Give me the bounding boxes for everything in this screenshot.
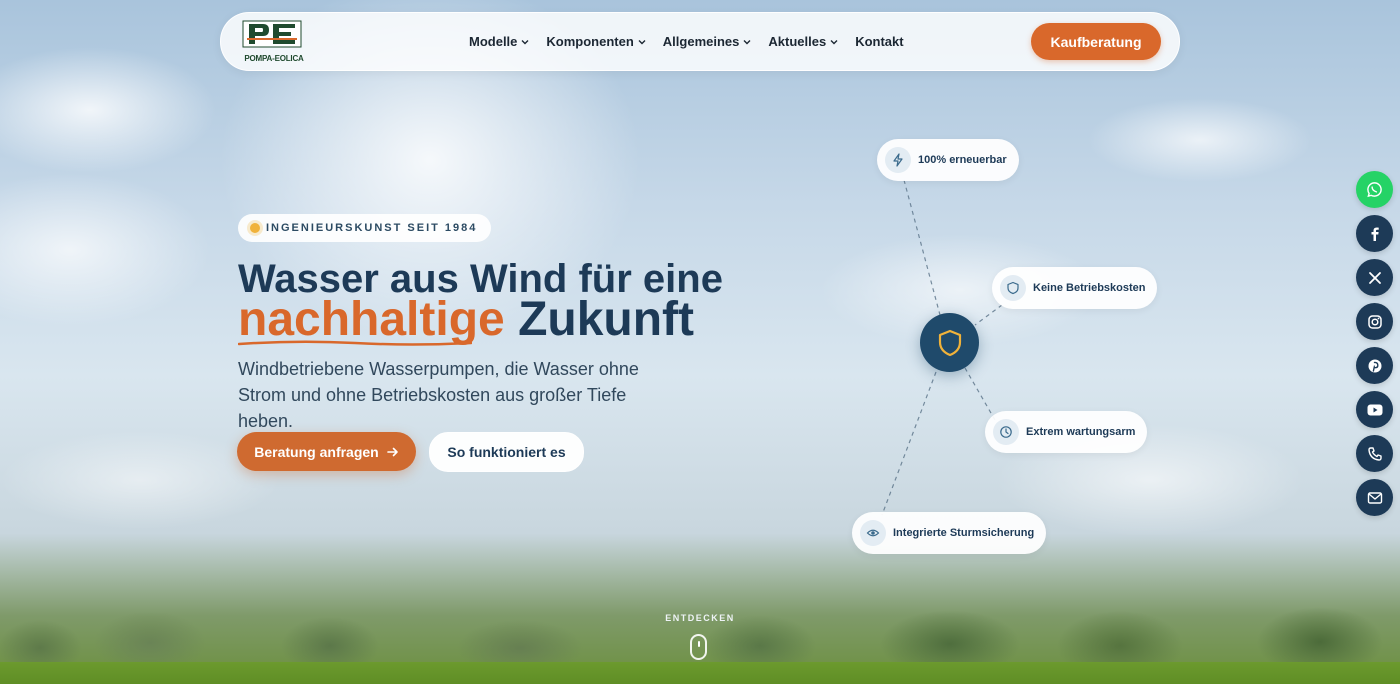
instagram-icon: [1367, 314, 1382, 329]
main-nav: Modelle Komponenten Allgemeines Aktuelle…: [469, 13, 921, 70]
clock-icon: [993, 419, 1019, 445]
hero-title-line2: nachhaltige Zukunft: [238, 294, 798, 346]
whatsapp-button[interactable]: [1356, 171, 1393, 208]
instagram-button[interactable]: [1356, 303, 1393, 340]
feature-label: Keine Betriebskosten: [1033, 282, 1146, 294]
nav-item-modelle[interactable]: Modelle: [469, 34, 529, 49]
social-rail: [1356, 171, 1393, 523]
nav-item-label: Kontakt: [855, 34, 904, 49]
shield-icon: [1000, 275, 1026, 301]
feature-betriebskosten: Keine Betriebskosten: [992, 267, 1158, 309]
youtube-icon: [1367, 404, 1382, 415]
chevron-down-icon: [521, 39, 529, 44]
nav-item-label: Allgemeines: [662, 34, 740, 49]
feature-label: Integrierte Sturmsicherung: [893, 527, 1035, 539]
mouse-wheel: [698, 641, 700, 647]
hero-badge: INGENIEURSKUNST SEIT 1984: [238, 214, 492, 242]
phone-button[interactable]: [1356, 435, 1393, 472]
scroll-hint-label: ENTDECKEN: [665, 613, 735, 623]
hero-title-rest: Zukunft: [518, 293, 695, 346]
button-label: Beratung anfragen: [254, 443, 379, 460]
accent-underline: [238, 340, 472, 346]
mail-icon: [1367, 491, 1382, 504]
kaufberatung-button[interactable]: Kaufberatung: [1031, 23, 1161, 60]
so-funktioniert-es-button[interactable]: So funktioniert es: [429, 432, 584, 472]
chevron-down-icon: [743, 39, 751, 44]
x-icon: [1368, 271, 1381, 284]
scroll-mouse-icon[interactable]: [690, 634, 707, 660]
nav-item-komponenten[interactable]: Komponenten: [546, 34, 646, 49]
youtube-button[interactable]: [1356, 391, 1393, 428]
beratung-anfragen-button[interactable]: Beratung anfragen: [237, 432, 416, 471]
feature-label: Extrem wartungsarm: [1026, 426, 1136, 438]
facebook-icon: [1371, 227, 1379, 241]
arrow-right-icon: [386, 447, 398, 456]
pinterest-icon: [1368, 359, 1381, 372]
top-navbar: POMPA-EOLICA Modelle Komponenten Allgeme…: [220, 12, 1180, 71]
nav-item-allgemeines[interactable]: Allgemeines: [663, 34, 752, 49]
logo[interactable]: POMPA-EOLICA: [239, 19, 309, 63]
nav-item-label: Aktuelles: [768, 34, 827, 49]
nav-item-label: Komponenten: [546, 34, 634, 49]
x-button[interactable]: [1356, 259, 1393, 296]
nav-item-aktuelles[interactable]: Aktuelles: [768, 34, 838, 49]
mail-button[interactable]: [1356, 479, 1393, 516]
feature-sturmsicherung: Integrierte Sturmsicherung: [852, 512, 1047, 554]
feature-erneuerbar: 100% erneuerbar: [877, 139, 1019, 181]
hub-shield: [920, 313, 979, 372]
chevron-down-icon: [638, 39, 646, 44]
hero-title-accent: nachhaltige: [238, 293, 505, 346]
phone-icon: [1367, 446, 1382, 461]
chevron-down-icon: [830, 39, 838, 44]
nav-item-kontakt[interactable]: Kontakt: [855, 34, 903, 49]
hero-lead: Windbetriebene Wasserpumpen, die Wasser …: [238, 359, 639, 431]
whatsapp-icon: [1367, 182, 1382, 198]
eye-icon: [860, 520, 886, 546]
feature-wartungsarm: Extrem wartungsarm: [985, 411, 1148, 453]
shield-icon: [938, 329, 961, 356]
nav-item-label: Modelle: [469, 34, 518, 49]
pinterest-button[interactable]: [1356, 347, 1393, 384]
badge-text: INGENIEURSKUNST SEIT 1984: [266, 222, 478, 234]
feature-label: 100% erneuerbar: [918, 154, 1007, 166]
sun-dot-icon: [250, 223, 260, 233]
facebook-button[interactable]: [1356, 215, 1393, 252]
grass-field: [0, 662, 1400, 684]
logo-text: POMPA-EOLICA: [244, 54, 304, 63]
logo-mark: [242, 20, 302, 48]
bolt-icon: [885, 147, 911, 173]
